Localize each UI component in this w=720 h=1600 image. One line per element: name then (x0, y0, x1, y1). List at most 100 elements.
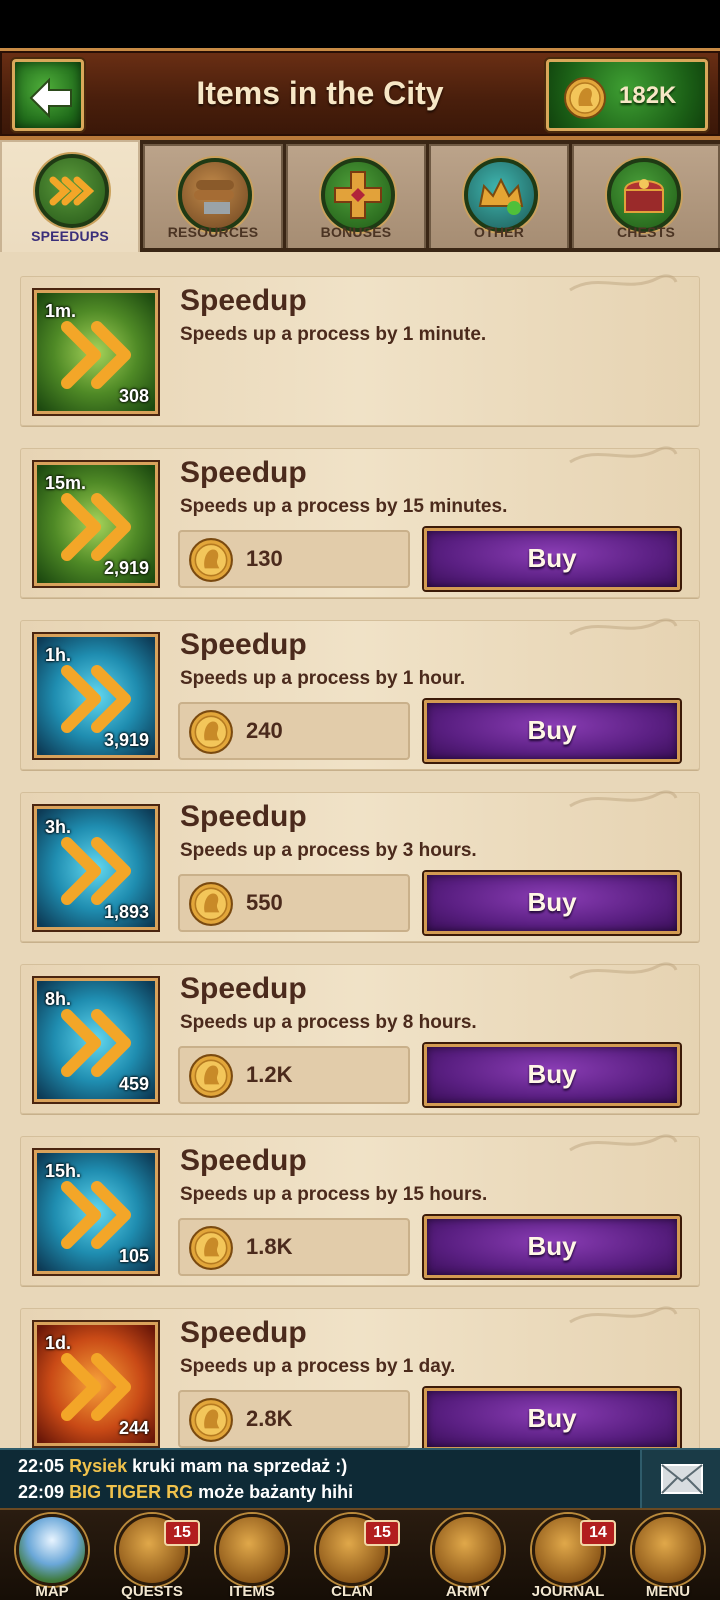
duration-label: 1m. (45, 301, 77, 321)
price-box: 1.2K (178, 1046, 410, 1104)
tab-bonuses[interactable]: BONUSES (286, 144, 426, 248)
notification-badge: 14 (580, 1520, 616, 1546)
map-icon (16, 1514, 88, 1586)
status-bar (0, 0, 720, 48)
duration-label: 15m. (45, 473, 87, 493)
speedup-item-icon[interactable]: 15h. 105 (34, 1150, 158, 1274)
chat-preview[interactable]: 22:05 Rysiek kruki mam na sprzedaż :) 22… (0, 1448, 720, 1508)
tab-label: RESOURCES (167, 224, 259, 240)
tab-other[interactable]: OTHER (429, 144, 569, 248)
duration-label: 8h. (45, 989, 72, 1009)
notification-badge: 15 (164, 1520, 200, 1546)
nav-label: CLAN (331, 1583, 373, 1600)
list-item: 15m. 2,919 Speedup Speeds up a process b… (20, 446, 700, 598)
item-description: Speeds up a process by 1 day. (180, 1356, 456, 1377)
list-item: 8h. 459 Speedup Speeds up a process by 8… (20, 962, 700, 1114)
paper-curl-decoration (569, 618, 678, 636)
quantity-label: 2,919 (103, 558, 149, 578)
paper-curl-decoration (569, 1306, 678, 1324)
gold-coin-icon (189, 538, 233, 582)
gold-amount: 182K (619, 82, 677, 109)
army-helmet-icon (432, 1514, 504, 1586)
price-box: 550 (178, 874, 410, 932)
tab-chests[interactable]: CHESTS (572, 144, 720, 248)
buy-button[interactable]: Buy (424, 700, 680, 762)
paper-curl-decoration (569, 790, 678, 808)
nav-items[interactable]: ITEMS (202, 1510, 302, 1600)
speedup-item-icon[interactable]: 15m. 2,919 (34, 462, 158, 586)
nav-journal[interactable]: 14 JOURNAL (518, 1510, 618, 1600)
item-name: Speedup (180, 1144, 307, 1177)
tab-speedups[interactable]: SPEEDUPS (0, 140, 140, 252)
nav-label: ARMY (445, 1583, 491, 1600)
item-name: Speedup (180, 800, 307, 833)
gold-coin-icon (189, 1226, 233, 1270)
chat-text: może bażanty hihi (198, 1482, 354, 1502)
tab-resources[interactable]: RESOURCES (143, 144, 283, 248)
speedup-item-icon[interactable]: 1m. 308 (34, 290, 158, 414)
buy-button[interactable]: Buy (424, 1216, 680, 1278)
item-description: Speeds up a process by 1 hour. (180, 668, 466, 689)
speedup-item-icon[interactable]: 3h. 1,893 (34, 806, 158, 930)
nav-label: ITEMS (229, 1583, 275, 1600)
item-description: Speeds up a process by 3 hours. (180, 840, 477, 861)
chat-time: 22:09 (18, 1482, 65, 1502)
paper-curl-decoration (569, 446, 678, 464)
nav-label: MENU (645, 1583, 691, 1600)
gold-coin-icon (189, 1398, 233, 1442)
item-name: Speedup (180, 284, 307, 317)
menu-book-icon (632, 1514, 704, 1586)
item-description: Speeds up a process by 1 minute. (180, 324, 487, 345)
mail-button[interactable] (640, 1450, 720, 1508)
nav-label: MAP (35, 1583, 69, 1600)
item-name: Speedup (180, 972, 307, 1005)
duration-label: 1d. (45, 1333, 72, 1353)
nav-quests[interactable]: 15 QUESTS (102, 1510, 202, 1600)
price-box: 130 (178, 530, 410, 588)
chat-sender: Rysiek (69, 1456, 128, 1476)
back-arrow-icon (29, 77, 72, 119)
buy-button[interactable]: Buy (424, 528, 680, 590)
duration-label: 1h. (45, 645, 72, 665)
nav-army[interactable]: ARMY (418, 1510, 518, 1600)
notification-badge: 15 (364, 1520, 400, 1546)
speedup-item-icon[interactable]: 1d. 244 (34, 1322, 158, 1446)
buy-button[interactable]: Buy (424, 1044, 680, 1106)
item-description: Speeds up a process by 15 hours. (180, 1184, 488, 1205)
crown-icon (464, 158, 538, 232)
buy-button[interactable]: Buy (424, 1388, 680, 1448)
item-description: Speeds up a process by 8 hours. (180, 1012, 477, 1033)
bottom-navigation: MAP 15 QUESTS ITEMS 15 CLAN ARMY 14 JOUR… (0, 1508, 720, 1600)
nav-map[interactable]: MAP (2, 1510, 102, 1600)
nav-label: QUESTS (121, 1583, 183, 1600)
gold-balance[interactable]: 182K (546, 59, 708, 131)
gold-coin-icon (189, 882, 233, 926)
buy-button[interactable]: Buy (424, 872, 680, 934)
back-button[interactable] (12, 59, 84, 131)
tab-label: CHESTS (617, 224, 675, 240)
chat-message: 22:05 Rysiek kruki mam na sprzedaż :) (18, 1456, 347, 1477)
speedup-item-icon[interactable]: 8h. 459 (34, 978, 158, 1102)
tab-label: OTHER (474, 224, 524, 240)
paper-curl-decoration (569, 962, 678, 980)
quantity-label: 3,919 (103, 730, 149, 750)
gold-coin-icon (189, 710, 233, 754)
tab-label: SPEEDUPS (31, 228, 109, 244)
envelope-icon (661, 1464, 703, 1494)
quantity-label: 244 (118, 1418, 149, 1438)
paper-curl-decoration (569, 1134, 678, 1152)
price-value: 1.2K (246, 1062, 293, 1087)
list-item: 1d. 244 Speedup Speeds up a process by 1… (20, 1306, 700, 1448)
chat-text: kruki mam na sprzedaż :) (132, 1456, 348, 1476)
quantity-label: 1,893 (103, 902, 149, 922)
speedup-icon (35, 154, 109, 228)
header-bar: Items in the City 182K (0, 48, 720, 140)
list-item: 15h. 105 Speedup Speeds up a process by … (20, 1134, 700, 1286)
items-list[interactable]: 1m. 308 Speedup Speeds up a process by 1… (0, 252, 720, 1448)
speedup-item-icon[interactable]: 1h. 3,919 (34, 634, 158, 758)
nav-clan[interactable]: 15 CLAN (302, 1510, 402, 1600)
chat-message: 22:09 BIG TIGER RG może bażanty hihi (18, 1482, 353, 1503)
nav-menu[interactable]: MENU (618, 1510, 718, 1600)
item-description: Speeds up a process by 15 minutes. (180, 496, 508, 517)
gold-coin-icon (189, 1054, 233, 1098)
